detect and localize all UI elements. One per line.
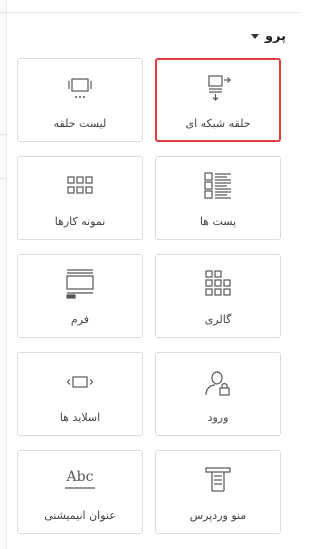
widget-form[interactable]: فرم — [17, 254, 143, 338]
widget-label: پست ها — [199, 215, 237, 228]
animated-headline-icon: Abc — [18, 465, 142, 495]
widget-label: ورود — [207, 411, 229, 424]
widget-loop-list[interactable]: لیست حلقه — [17, 58, 143, 142]
loop-grid-icon — [157, 73, 279, 103]
panel-divider — [0, 12, 6, 13]
login-icon — [156, 367, 280, 397]
widget-slides[interactable]: اسلاید ها — [17, 352, 143, 436]
widget-gallery[interactable]: گالری — [155, 254, 281, 338]
section-header-pro[interactable]: پرو — [250, 28, 286, 44]
widget-label: گالری — [204, 313, 232, 326]
posts-icon — [156, 171, 280, 201]
slides-icon — [18, 367, 142, 397]
left-panel-edge — [0, 0, 7, 549]
widget-label: حلقه شبکه ای — [185, 117, 251, 130]
widget-label: نمونه کارها — [54, 215, 106, 228]
loop-list-icon — [18, 73, 142, 103]
gallery-icon — [156, 269, 280, 299]
top-divider — [7, 12, 300, 13]
widget-label: فرم — [70, 313, 90, 326]
panel-divider — [0, 178, 6, 179]
widget-label: اسلاید ها — [59, 411, 101, 424]
form-icon — [18, 269, 142, 299]
portfolio-icon — [18, 171, 142, 201]
section-title: پرو — [264, 28, 286, 44]
wordpress-menu-icon — [156, 465, 280, 495]
widget-posts[interactable]: پست ها — [155, 156, 281, 240]
caret-down-icon — [250, 33, 259, 39]
widget-label: عنوان انیمیشنی — [44, 509, 116, 522]
panel-divider — [0, 134, 6, 135]
widget-portfolio[interactable]: نمونه کارها — [17, 156, 143, 240]
widget-label: منو وردپرس — [189, 509, 247, 522]
widget-login[interactable]: ورود — [155, 352, 281, 436]
widget-loop-grid[interactable]: حلقه شبکه ای — [155, 58, 281, 142]
widget-animated-headline[interactable]: Abc عنوان انیمیشنی — [17, 450, 143, 534]
widget-wordpress-menu[interactable]: منو وردپرس — [155, 450, 281, 534]
widget-label: لیست حلقه — [53, 117, 107, 130]
icon-text: Abc — [66, 469, 94, 485]
